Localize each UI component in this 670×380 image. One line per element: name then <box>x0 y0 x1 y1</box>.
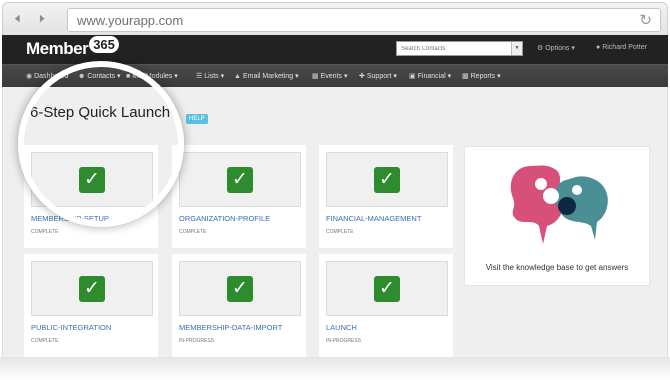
search-box: ▼ <box>396 41 523 56</box>
caret-down-icon: ▾ <box>295 73 299 80</box>
menu-label: Support <box>366 73 392 80</box>
reports-icon: ▩ <box>462 73 469 80</box>
menu-financial[interactable]: ▣ Financial ▾ <box>409 72 451 80</box>
menu-label: Email Marketing <box>242 73 294 80</box>
logo-text: Member <box>26 39 89 58</box>
browser-chrome: 🢐 🢒 www.yourapp.com ↻ <box>2 2 668 35</box>
step-thumbnail: ✓ <box>31 261 153 316</box>
speech-bubbles-icon <box>473 156 643 251</box>
dashboard-icon: ◉ <box>26 73 33 80</box>
step-title[interactable]: PUBLIC-INTEGRATION <box>31 323 111 332</box>
knowledge-base-card[interactable]: Visit the knowledge base to get answers <box>464 146 650 286</box>
help-button[interactable]: HELP <box>186 114 208 124</box>
url-text: www.yourapp.com <box>77 13 184 28</box>
chevron-down-icon[interactable]: ▼ <box>511 42 522 55</box>
caret-down-icon: ▾ <box>571 45 575 52</box>
menu-reports[interactable]: ▩ Reports ▾ <box>462 72 501 80</box>
caret-down-icon: ▾ <box>497 73 501 80</box>
menu-label: Reports <box>470 73 496 80</box>
step-thumbnail: ✓ <box>326 152 448 207</box>
caret-down-icon: ▾ <box>393 73 397 80</box>
lists-icon: ☰ <box>196 73 203 80</box>
search-input[interactable] <box>397 42 510 55</box>
step-card[interactable]: ✓ MEMBERSHIP-DATA-IMPORT IN-PROGRESS <box>172 254 306 357</box>
options-menu[interactable]: ⚙ Options ▾ <box>537 44 575 52</box>
financial-icon: ▣ <box>409 73 416 80</box>
magnifier-highlight <box>18 61 184 227</box>
step-card[interactable]: ✓ PUBLIC-INTEGRATION COMPLETE <box>24 254 158 357</box>
step-status: IN-PROGRESS <box>179 338 215 344</box>
menu-email-marketing[interactable]: ▲ Email Marketing ▾ <box>234 72 299 80</box>
caret-down-icon: ▾ <box>447 73 452 80</box>
menu-label: Financial <box>417 73 446 80</box>
arrow-left-icon[interactable]: 🢐 <box>14 10 20 28</box>
menu-lists[interactable]: ☰ Lists ▾ <box>196 72 224 80</box>
step-thumbnail: ✓ <box>179 152 301 207</box>
step-status: COMPLETE <box>179 229 207 235</box>
step-card[interactable]: ✓ ORGANIZATION-PROFILE COMPLETE <box>172 145 306 248</box>
check-icon: ✓ <box>374 275 400 302</box>
check-icon: ✓ <box>79 275 105 302</box>
options-label: Options <box>545 45 570 52</box>
megaphone-icon: ▲ <box>234 73 241 80</box>
knowledge-base-link[interactable]: Visit the knowledge base to get answers <box>465 263 649 272</box>
check-icon: ✓ <box>374 166 400 193</box>
step-status: COMPLETE <box>31 338 59 344</box>
logo[interactable]: Member 365 <box>26 36 119 61</box>
menu-label: Lists <box>204 73 219 80</box>
caret-down-icon: ▾ <box>174 73 178 80</box>
check-icon: ✓ <box>227 166 253 193</box>
menu-events[interactable]: ▦ Events ▾ <box>312 72 348 80</box>
logo-badge: 365 <box>89 36 119 53</box>
step-title[interactable]: ORGANIZATION-PROFILE <box>179 214 270 223</box>
bottom-shadow <box>0 357 670 380</box>
arrow-right-icon[interactable]: 🢒 <box>39 10 45 28</box>
step-thumbnail: ✓ <box>326 261 448 316</box>
menu-support[interactable]: ✚ Support ▾ <box>359 72 397 80</box>
user-name: Richard Potter <box>602 44 647 51</box>
app-header: Member365 ▼ ⚙ Options ▾ ● Richard Potter <box>2 35 668 64</box>
step-status: IN-PROGRESS <box>326 338 362 344</box>
caret-down-icon: ▾ <box>220 73 225 80</box>
address-bar[interactable]: www.yourapp.com ↻ <box>67 8 661 32</box>
step-title[interactable]: FINANCIAL-MANAGEMENT <box>326 214 421 223</box>
user-icon: ● <box>596 44 601 51</box>
caret-down-icon: ▾ <box>343 73 348 80</box>
check-icon: ✓ <box>227 275 253 302</box>
menu-label: Events <box>320 73 343 80</box>
gear-icon: ⚙ <box>537 45 544 52</box>
calendar-icon: ▦ <box>312 73 319 80</box>
reload-icon[interactable]: ↻ <box>639 11 652 29</box>
step-thumbnail: ✓ <box>179 261 301 316</box>
step-card[interactable]: ✓ FINANCIAL-MANAGEMENT COMPLETE <box>319 145 453 248</box>
step-title[interactable]: MEMBERSHIP-DATA-IMPORT <box>179 323 282 332</box>
support-icon: ✚ <box>359 73 365 80</box>
user-menu[interactable]: ● Richard Potter <box>596 44 647 51</box>
step-title[interactable]: LAUNCH <box>326 323 357 332</box>
step-status: COMPLETE <box>326 229 354 235</box>
step-card[interactable]: ✓ LAUNCH IN-PROGRESS <box>319 254 453 357</box>
step-status: COMPLETE <box>31 229 59 235</box>
